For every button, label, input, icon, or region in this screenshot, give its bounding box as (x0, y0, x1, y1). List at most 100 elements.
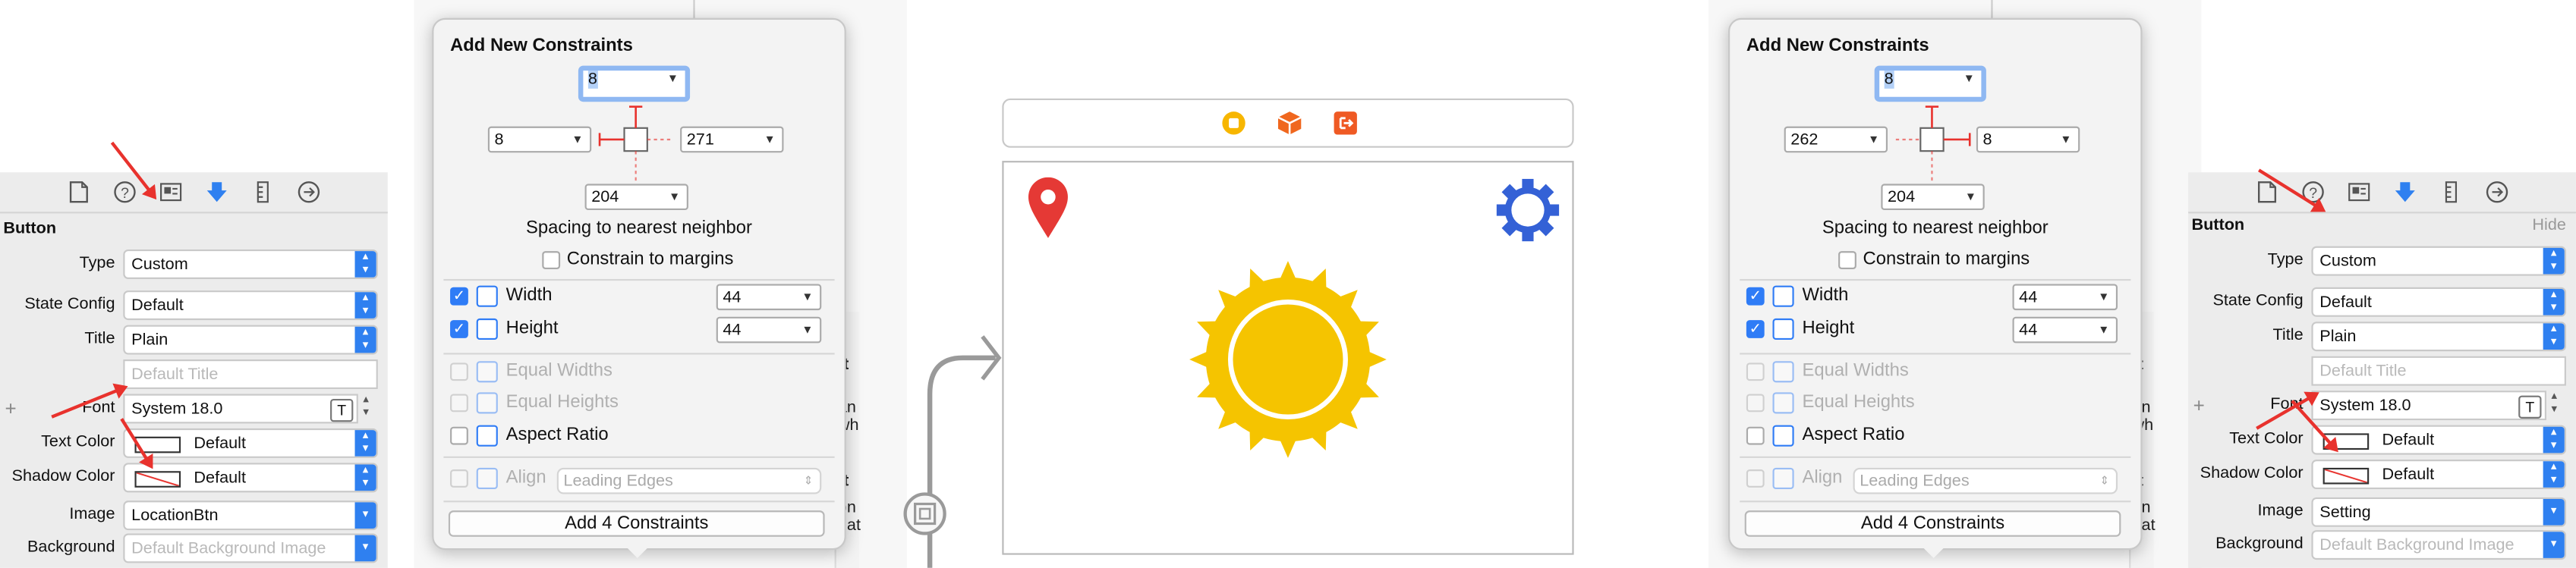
font-picker-icon[interactable]: T (330, 398, 354, 422)
font-stepper[interactable]: ▴ ▾ (363, 394, 369, 420)
font-field[interactable]: System 18.0 T (2311, 391, 2546, 421)
constrain-margins-checkbox[interactable] (1838, 251, 1856, 269)
top-constraint-value: 8 (1884, 71, 1894, 89)
color-swatch (2322, 467, 2370, 485)
height-constraint-icon (1772, 318, 1794, 340)
divider (1740, 456, 2131, 458)
width-value-combo[interactable]: 44 ▼ (2012, 284, 2118, 311)
equal-heights-label: Equal Heights (1802, 392, 1915, 413)
type-popup[interactable]: Custom ▴ ▾ (123, 249, 378, 279)
shadow-color-popup[interactable]: Default ▴ ▾ (2311, 460, 2566, 490)
font-stepper[interactable]: ▴ ▾ (2551, 391, 2557, 417)
align-checkbox[interactable] (450, 469, 468, 488)
text-color-label: Text Color (2229, 430, 2304, 448)
align-popup[interactable]: Leading Edges ⇕ (556, 467, 822, 494)
width-checkbox[interactable]: ✓ (450, 287, 468, 306)
width-value-combo[interactable]: 44 ▼ (716, 284, 822, 311)
connections-icon[interactable] (286, 172, 332, 212)
title-style-popup[interactable]: Plain ▴ ▾ (2311, 322, 2566, 352)
left-constraint-value: 262 (1790, 131, 1819, 149)
width-value: 44 (2019, 288, 2038, 307)
right-constraint-combo[interactable]: 8 ▼ (1976, 126, 2080, 153)
connections-icon[interactable] (2474, 172, 2521, 212)
title-style-value: Plain (131, 331, 168, 350)
identity-icon[interactable] (2336, 172, 2382, 212)
image-label: Image (2257, 502, 2304, 521)
aspect-ratio-icon (476, 425, 498, 447)
text-color-popup[interactable]: Default ▴ ▾ (2311, 425, 2566, 455)
right-constraint-combo[interactable]: 271 ▼ (680, 126, 784, 153)
attributes-icon[interactable] (2382, 172, 2429, 212)
size-icon[interactable] (240, 172, 286, 212)
constrain-margins-checkbox[interactable] (542, 251, 561, 269)
height-checkbox[interactable]: ✓ (450, 320, 468, 338)
popup-arrows-icon: ▴ ▾ (354, 292, 376, 319)
equal-widths-checkbox[interactable] (1746, 362, 1765, 381)
left-constraint-combo[interactable]: 8 ▼ (487, 126, 592, 153)
equal-heights-checkbox[interactable] (1746, 394, 1765, 413)
image-label: Image (69, 505, 115, 524)
spacing-label: Spacing to nearest neighbor (526, 218, 752, 238)
hide-section-button[interactable]: Hide (2532, 217, 2566, 235)
height-value: 44 (723, 322, 742, 340)
width-checkbox[interactable]: ✓ (1746, 287, 1765, 306)
chevron-down-icon: ▼ (572, 134, 584, 146)
height-checkbox[interactable]: ✓ (1746, 320, 1765, 338)
aspect-ratio-checkbox[interactable] (1746, 426, 1765, 445)
equal-widths-label: Equal Widths (1802, 361, 1909, 381)
top-constraint-combo[interactable]: 8 ▼ (578, 65, 691, 102)
background-combo[interactable]: Default Background Image ▾ (123, 533, 378, 563)
attributes-icon[interactable] (194, 172, 240, 212)
left-constraint-value: 8 (494, 131, 504, 149)
bottom-constraint-combo[interactable]: 204 ▼ (1881, 184, 1985, 211)
font-value: System 18.0 (131, 400, 223, 419)
image-combo[interactable]: Setting ▾ (2311, 497, 2566, 527)
equal-widths-checkbox[interactable] (450, 362, 468, 381)
state-config-popup[interactable]: Default ▴ ▾ (123, 290, 378, 321)
background-combo[interactable]: Default Background Image ▾ (2311, 530, 2566, 560)
first-responder-icon[interactable] (1277, 110, 1303, 137)
text-color-value: Default (2382, 431, 2435, 450)
align-icon (476, 467, 498, 490)
settings-gear-icon[interactable] (1495, 177, 1561, 243)
state-config-popup[interactable]: Default ▴ ▾ (2311, 287, 2566, 317)
chevron-down-icon: ▾ (2543, 499, 2565, 526)
align-checkbox[interactable] (1746, 469, 1765, 488)
height-value-combo[interactable]: 44 ▼ (2012, 316, 2118, 344)
add-constraints-button[interactable]: Add 4 Constraints (448, 510, 825, 537)
title-text-field[interactable]: Default Title (123, 359, 378, 389)
file-icon[interactable] (56, 172, 102, 212)
equal-heights-checkbox[interactable] (450, 394, 468, 413)
left-constraint-combo[interactable]: 262 ▼ (1784, 126, 1888, 153)
exit-icon[interactable] (1334, 111, 1357, 135)
title-text-field[interactable]: Default Title (2311, 356, 2566, 386)
title-style-popup[interactable]: Plain ▴ ▾ (123, 325, 378, 355)
type-popup[interactable]: Custom ▴ ▾ (2311, 246, 2566, 276)
bottom-constraint-combo[interactable]: 204 ▼ (584, 184, 688, 211)
inspector-toolbar: ? (0, 172, 388, 214)
add-constraints-button[interactable]: Add 4 Constraints (1744, 510, 2121, 537)
popup-arrows-icon: ⇕ (2099, 475, 2110, 488)
align-popup[interactable]: Leading Edges ⇕ (1853, 467, 2118, 494)
height-value-combo[interactable]: 44 ▼ (716, 316, 822, 344)
size-icon[interactable] (2428, 172, 2474, 212)
sun-ray (1362, 349, 1387, 370)
image-combo[interactable]: LocationBtn ▾ (123, 501, 378, 531)
title-label: Title (84, 330, 115, 348)
top-constraint-combo[interactable]: 8 ▼ (1874, 65, 1986, 102)
font-field[interactable]: System 18.0 T (123, 394, 358, 424)
font-picker-icon[interactable]: T (2518, 395, 2542, 419)
chevron-down-icon: ▼ (801, 325, 814, 337)
bottom-constraint-value: 204 (591, 188, 619, 207)
shadow-color-popup[interactable]: Default ▴ ▾ (123, 463, 378, 493)
chevron-down-icon: ▾ (354, 535, 376, 562)
divider (1740, 278, 2131, 281)
location-pin-icon[interactable] (1027, 177, 1069, 240)
aspect-ratio-checkbox[interactable] (450, 426, 468, 445)
view-controller-icon[interactable] (1222, 111, 1245, 135)
width-value: 44 (723, 288, 742, 307)
text-color-popup[interactable]: Default ▴ ▾ (123, 428, 378, 458)
align-value: Leading Edges (1860, 472, 1970, 491)
chevron-down-icon: ▼ (2098, 325, 2110, 337)
file-icon[interactable] (2244, 172, 2291, 212)
